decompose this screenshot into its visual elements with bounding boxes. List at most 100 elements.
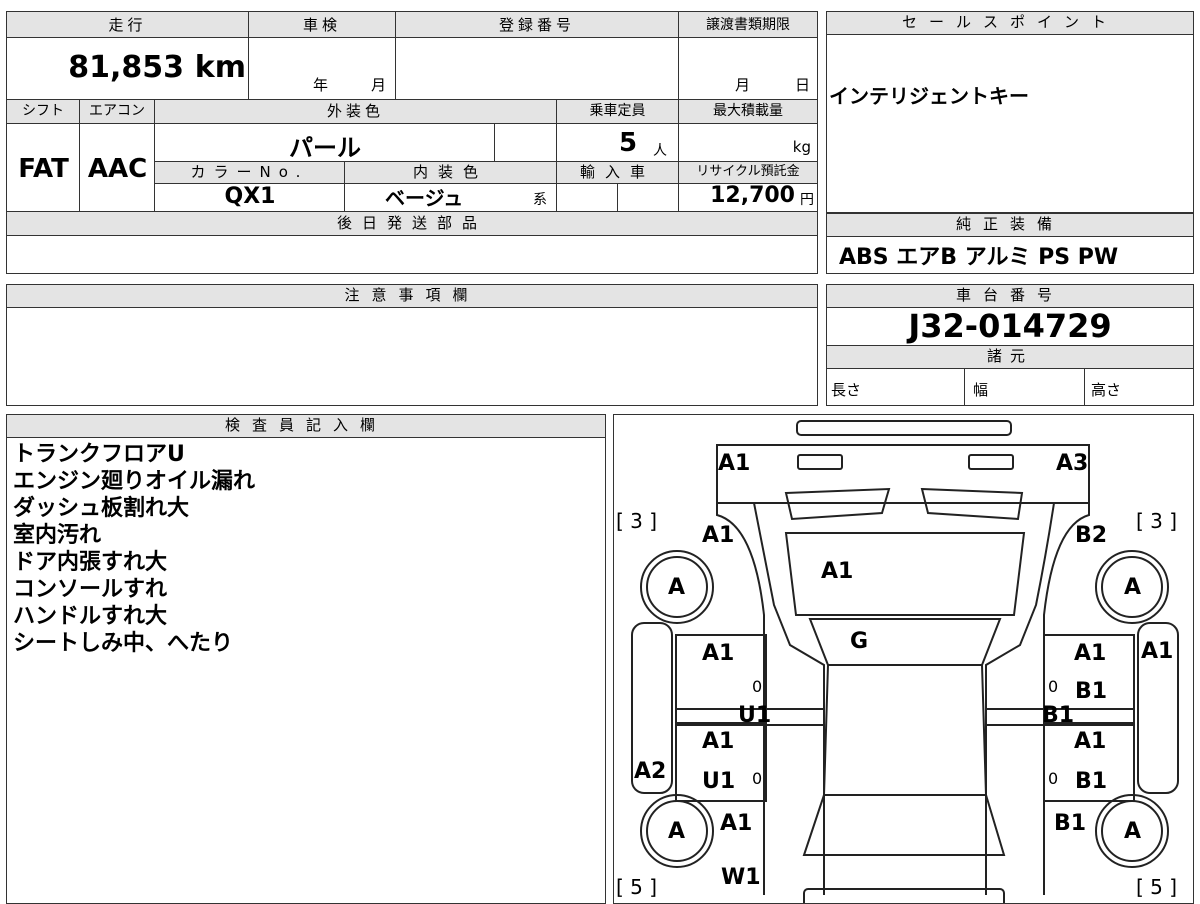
color-no-cell: QX1 — [155, 184, 345, 212]
car-diagram-box: A1 A3 [ 3 ] [ 3 ] A1 B2 A1 A A G A1 A1 A… — [613, 414, 1194, 904]
import-cell-b — [618, 184, 679, 212]
mark-front-door-left: A1 — [702, 729, 735, 754]
mark-rear-door-left: A1 — [702, 641, 735, 666]
transfer-deadline-cell: 月 日 — [679, 38, 817, 100]
mark-count-rear-right: [ 3 ] — [1136, 509, 1178, 533]
mark-fdl-u1: U1 — [702, 769, 736, 794]
inspector-note: トランクフロアU — [13, 442, 185, 467]
mark-rear-left: A1 — [718, 451, 751, 476]
mark-fender-right: B1 — [1054, 811, 1087, 836]
inspector-note: エンジン廻りオイル漏れ — [13, 469, 256, 494]
mark-count-rear-left: [ 3 ] — [616, 509, 658, 533]
interior-color-value: ベージュ — [385, 186, 464, 210]
inspection-cell: 年 月 — [249, 38, 396, 100]
transfer-deadline-label: 譲渡書類期限 — [679, 12, 817, 38]
sales-point-box: セールスポイント インテリジェントキー — [826, 11, 1194, 213]
ac-cell: AAC — [80, 124, 155, 212]
recycle-value: 12,700 — [710, 183, 795, 208]
mileage-value: 81,853 — [68, 50, 184, 85]
ac-label: エアコン — [80, 100, 155, 124]
sales-point-label: セールスポイント — [827, 12, 1193, 35]
notes-label: 注意事項欄 — [7, 285, 817, 308]
ac-value: AAC — [87, 154, 148, 184]
car-outline — [631, 420, 1179, 903]
sales-point-value: インテリジェントキー — [829, 84, 1029, 108]
inspector-note: 室内汚れ — [13, 523, 102, 548]
interior-color-label: 内装色 — [345, 162, 557, 184]
mark-rear-door-right: A1 — [1074, 641, 1107, 666]
max-load-cell: kg — [679, 124, 817, 162]
inspector-label: 検査員記入欄 — [7, 415, 605, 438]
width-cell: 幅 — [965, 369, 1085, 405]
mileage-cell: 81,853 km — [7, 38, 249, 100]
color-no-value: QX1 — [224, 184, 276, 209]
height-label: 高さ — [1091, 381, 1122, 399]
capacity-value: 5 — [619, 128, 638, 158]
notes-box: 注意事項欄 — [6, 284, 818, 406]
mark-b1-right: B1 — [1042, 703, 1075, 728]
registration-label: 登録番号 — [396, 12, 679, 38]
width-label: 幅 — [973, 381, 989, 399]
interior-color-cell: ベージュ 系 — [345, 184, 557, 212]
inspector-note: ハンドルすれ大 — [13, 604, 168, 629]
capacity-label: 乗車定員 — [557, 100, 679, 124]
mark-tire-rr: A — [1124, 575, 1142, 600]
mark-u1-left: U1 — [738, 703, 772, 728]
mark-rear-right: A3 — [1056, 451, 1089, 476]
mark-trunk-left: A1 — [702, 523, 735, 548]
mark-tire-fr: A — [1124, 819, 1142, 844]
mark-fender-left: A1 — [720, 811, 753, 836]
inspector-notes: トランクフロアU エンジン廻りオイル漏れ ダッシュ板割れ大 室内汚れ ドア内張す… — [13, 441, 255, 657]
shift-value: FAT — [18, 154, 69, 184]
inspector-note: コンソールすれ — [13, 577, 168, 602]
deadline-month-unit: 月 — [735, 76, 751, 94]
chassis-box: 車台番号 J32-014729 諸元 長さ 幅 高さ — [826, 284, 1194, 406]
mark-rdr-zero: 0 — [1048, 677, 1059, 696]
equipment-value: ABS エアB アルミ PS PW — [839, 245, 1119, 270]
mark-tire-rl: A — [668, 575, 686, 600]
recycle-label: リサイクル預託金 — [679, 162, 817, 184]
inspector-note: ダッシュ板割れ大 — [13, 496, 190, 521]
mileage-label: 走行 — [7, 12, 249, 38]
mark-count-front-right: [ 5 ] — [1136, 875, 1178, 899]
recycle-unit: 円 — [800, 192, 814, 208]
inspector-box: 検査員記入欄 トランクフロアU エンジン廻りオイル漏れ ダッシュ板割れ大 室内汚… — [6, 414, 606, 904]
capacity-unit: 人 — [653, 143, 667, 159]
year-unit: 年 — [313, 76, 329, 94]
month-unit: 月 — [371, 76, 387, 94]
inspector-note: ドア内張すれ大 — [13, 550, 168, 575]
exterior-color-cell: パール — [155, 124, 495, 162]
mark-fdl-zero: 0 — [752, 769, 763, 788]
shift-label: シフト — [7, 100, 80, 124]
mark-side-left: A2 — [634, 759, 667, 784]
interior-color-suffix: 系 — [533, 192, 547, 208]
equipment-box: 純正装備 ABS エアB アルミ PS PW — [826, 213, 1194, 274]
specs-label: 諸元 — [827, 345, 1193, 369]
inspector-note: シートしみ中、へたり — [13, 631, 234, 656]
mark-front-door-right: A1 — [1074, 729, 1107, 754]
exterior-color-label: 外装色 — [155, 100, 557, 124]
capacity-cell: 5 人 — [557, 124, 679, 162]
mark-trunk-right: B2 — [1075, 523, 1108, 548]
mark-rear-glass: G — [850, 629, 869, 654]
color-no-label: カラーNo. — [155, 162, 345, 184]
later-parts-cell — [7, 236, 817, 272]
mark-rdr-b1: B1 — [1075, 679, 1108, 704]
mark-count-front-left: [ 5 ] — [616, 875, 658, 899]
length-label: 長さ — [831, 381, 862, 399]
mark-front-w1: W1 — [721, 865, 761, 890]
length-cell: 長さ — [827, 369, 965, 405]
shift-cell: FAT — [7, 124, 80, 212]
chassis-value: J32-014729 — [908, 307, 1112, 345]
mark-fdr-b1: B1 — [1075, 769, 1108, 794]
chassis-label: 車台番号 — [827, 285, 1193, 308]
exterior-color-extra — [495, 124, 557, 162]
later-parts-label: 後日発送部品 — [7, 212, 817, 236]
recycle-cell: 12,700 円 — [679, 183, 817, 212]
mark-trunk-center: A1 — [821, 559, 854, 584]
mark-fdr-zero: 0 — [1048, 769, 1059, 788]
max-load-unit: kg — [792, 138, 811, 156]
import-label: 輸入車 — [557, 162, 679, 184]
vehicle-info-table: 走行 車検 登録番号 譲渡書類期限 81,853 km 年 月 月 日 シフト … — [6, 11, 818, 274]
registration-cell — [396, 38, 679, 100]
